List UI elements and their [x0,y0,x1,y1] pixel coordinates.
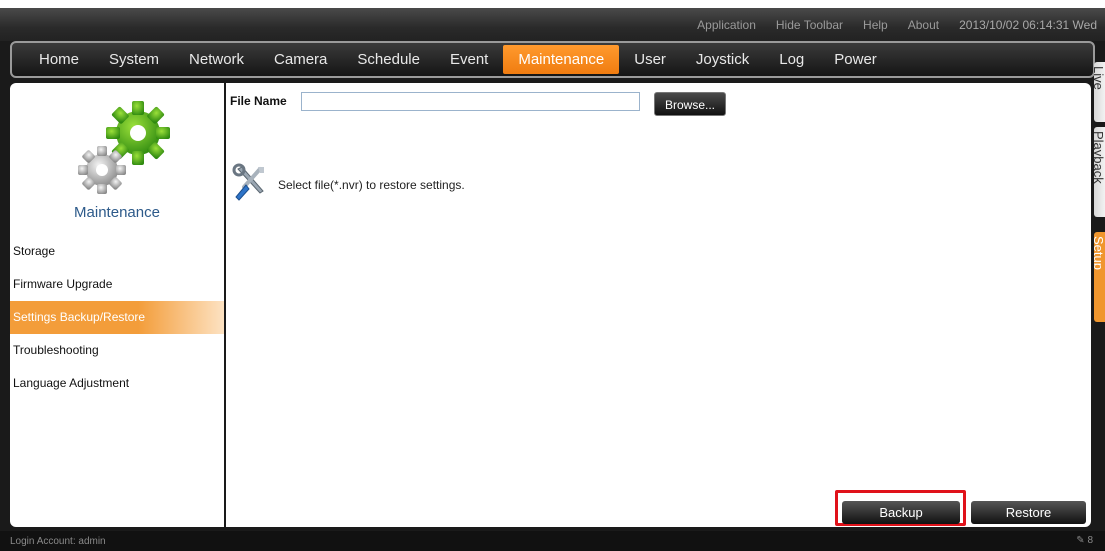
side-tab-live-label: Live [1094,66,1105,90]
side-tab-playback[interactable]: Playback [1094,127,1105,217]
left-panel-title: Maintenance [74,204,160,221]
toolbar-hide-toolbar[interactable]: Hide Toolbar [776,18,843,32]
gears-icon [78,101,170,194]
browse-button[interactable]: Browse... [654,92,726,116]
menu-item-troubleshooting[interactable]: Troubleshooting [10,334,224,367]
nav-user[interactable]: User [619,45,681,74]
menu-item-storage[interactable]: Storage [10,235,224,268]
status-bar: Login Account: admin ✎ 8 [0,531,1105,551]
nav-home[interactable]: Home [24,45,94,74]
nav-camera[interactable]: Camera [259,45,342,74]
side-tab-setup[interactable]: Setup [1094,232,1105,322]
status-right-indicator: ✎ 8 [1076,535,1093,546]
toolbar-about[interactable]: About [908,18,939,32]
backup-button[interactable]: Backup [842,501,960,524]
nav-maintenance[interactable]: Maintenance [503,45,620,74]
left-menu: Storage Firmware Upgrade Settings Backup… [10,235,224,400]
nav-joystick[interactable]: Joystick [681,45,764,74]
restore-button[interactable]: Restore [971,501,1086,524]
nav-schedule[interactable]: Schedule [342,45,435,74]
nav-system[interactable]: System [94,45,174,74]
status-count: 8 [1087,535,1093,546]
toolbar-help[interactable]: Help [863,18,888,32]
side-tab-live[interactable]: Live [1094,62,1105,122]
side-tab-playback-label: Playback [1094,131,1105,184]
main-nav: Home System Network Camera Schedule Even… [10,41,1095,78]
file-name-input[interactable] [301,92,640,111]
nav-network[interactable]: Network [174,45,259,74]
status-icon: ✎ [1076,535,1085,546]
nav-power[interactable]: Power [819,45,892,74]
main-content: File Name Browse... Select file(*.nvr) t… [226,83,1091,527]
nav-log[interactable]: Log [764,45,819,74]
file-name-label: File Name [230,94,287,108]
toolbar-application[interactable]: Application [697,18,756,32]
restore-hint-text: Select file(*.nvr) to restore settings. [278,178,465,192]
menu-item-firmware-upgrade[interactable]: Firmware Upgrade [10,268,224,301]
menu-item-settings-backup-restore[interactable]: Settings Backup/Restore [10,301,224,334]
datetime-display: 2013/10/02 06:14:31 Wed [959,18,1097,32]
tools-icon [232,163,264,201]
side-tabs: Live Playback Setup [1094,62,1105,532]
left-panel: Maintenance Storage Firmware Upgrade Set… [10,83,224,527]
nav-event[interactable]: Event [435,45,503,74]
login-account-text: Login Account: admin [10,536,106,547]
side-tab-setup-label: Setup [1094,236,1105,270]
menu-item-language-adjustment[interactable]: Language Adjustment [10,367,224,400]
top-toolbar: Application Hide Toolbar Help About 2013… [0,0,1105,41]
